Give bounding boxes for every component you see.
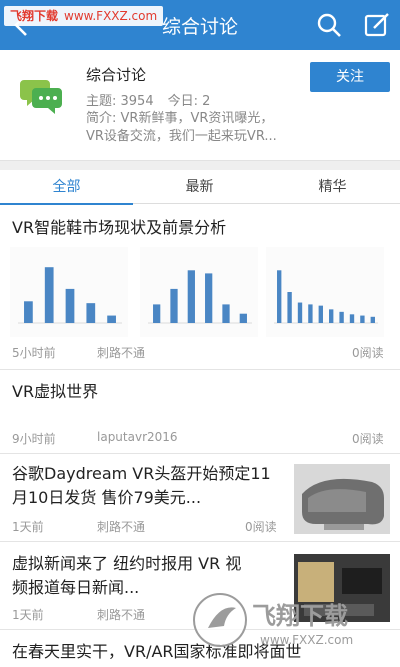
post-thumbnail-vr-headset	[294, 464, 390, 534]
post-reads: 0阅读	[352, 346, 384, 360]
chart-bar	[318, 305, 323, 323]
chart-bar	[287, 292, 292, 323]
watermark-url: www.FXXZ.com	[64, 9, 158, 23]
chart-background	[266, 247, 384, 337]
forum-name: 综合讨论	[86, 66, 147, 84]
chart-bar	[360, 315, 365, 323]
chart-bar	[277, 270, 282, 323]
top-bar: 综合讨论 飞翔下载 www.FXXZ.com	[0, 0, 400, 50]
forum-description: 简介: VR新鲜事，VR资讯曝光， VR设备交流，我们一起来玩VR...	[86, 110, 316, 146]
post-image-chart	[266, 247, 384, 337]
chart-bar	[86, 303, 96, 323]
post-title-line: 谷歌Daydream VR头盔开始预定11	[12, 464, 271, 483]
chart-bar	[153, 304, 161, 323]
post-title: 谷歌Daydream VR头盔开始预定11 月10日发货 售价79美元...	[12, 462, 292, 510]
post-time: 1天前	[12, 608, 44, 622]
watermark-logo: 飞翔下载 www.FXXZ.com	[193, 593, 353, 647]
description-line: 简介: VR新鲜事，VR资讯曝光，	[86, 111, 274, 126]
post-author: 刺路不通	[97, 346, 146, 360]
post-title-line: 虚拟新闻来了 纽约时报用 VR 视	[12, 554, 242, 573]
post-author: 刺路不通	[97, 520, 146, 534]
tab-bar: 全部 最新 精华	[0, 170, 400, 205]
chart-bar	[339, 311, 344, 323]
chart-bar	[349, 314, 355, 323]
forum-info: 综合讨论 主题: 3954 今日: 2 简介: VR新鲜事，VR资讯曝光， VR设…	[0, 50, 400, 160]
chart-bar	[65, 288, 75, 323]
chart-bar	[187, 270, 195, 323]
post-author: laputavr2016	[97, 430, 178, 444]
chart-bar	[297, 302, 303, 323]
chart-bar	[308, 304, 313, 323]
post-image-chart	[140, 247, 258, 337]
chat-bubbles-icon	[20, 80, 62, 114]
post-title: VR智能鞋市场现状及前景分析	[12, 218, 227, 237]
post-author: 刺路不通	[97, 608, 146, 622]
post-time: 1天前	[12, 520, 44, 534]
forum-stats: 主题: 3954 今日: 2	[86, 90, 210, 109]
list-item[interactable]: VR虚拟世界 9小时前 laputavr2016 0阅读	[0, 370, 400, 454]
section-divider	[0, 160, 400, 170]
post-title-line: 月10日发货 售价79美元...	[12, 488, 202, 507]
chart-bar	[107, 315, 116, 323]
watermark-logo-brand: 飞翔下载	[252, 602, 348, 630]
follow-button[interactable]: 关注	[310, 62, 390, 92]
chart-bar	[24, 301, 33, 323]
chart-bar	[205, 273, 213, 323]
tab-latest[interactable]: 最新	[133, 170, 266, 204]
chart-bar	[370, 316, 375, 323]
watermark-logo-url: www.FXXZ.com	[260, 633, 353, 647]
post-time: 9小时前	[12, 432, 56, 446]
chart-bar	[239, 313, 247, 323]
chart-bar	[222, 304, 230, 323]
post-reads: 0阅读	[245, 520, 277, 534]
chart-background	[140, 247, 258, 337]
post-time: 5小时前	[12, 346, 56, 360]
search-icon[interactable]	[316, 12, 342, 38]
post-image-chart	[10, 247, 128, 337]
post-reads: 0阅读	[352, 432, 384, 446]
today-count: 今日: 2	[167, 94, 211, 109]
edit-icon[interactable]	[364, 12, 390, 38]
description-line: VR设备交流，我们一起来玩VR...	[86, 129, 277, 144]
list-item[interactable]: 谷歌Daydream VR头盔开始预定11 月10日发货 售价79美元... 1…	[0, 454, 400, 542]
watermark-brand: 飞翔下载	[10, 9, 59, 23]
post-title: VR虚拟世界	[12, 382, 99, 401]
tab-featured[interactable]: 精华	[266, 170, 399, 204]
chart-bar	[329, 309, 334, 323]
tab-all[interactable]: 全部	[0, 170, 133, 205]
watermark: 飞翔下载 www.FXXZ.com	[4, 6, 164, 26]
chart-bar	[170, 288, 178, 323]
topic-count: 主题: 3954	[86, 94, 154, 109]
chart-bar	[44, 267, 54, 323]
